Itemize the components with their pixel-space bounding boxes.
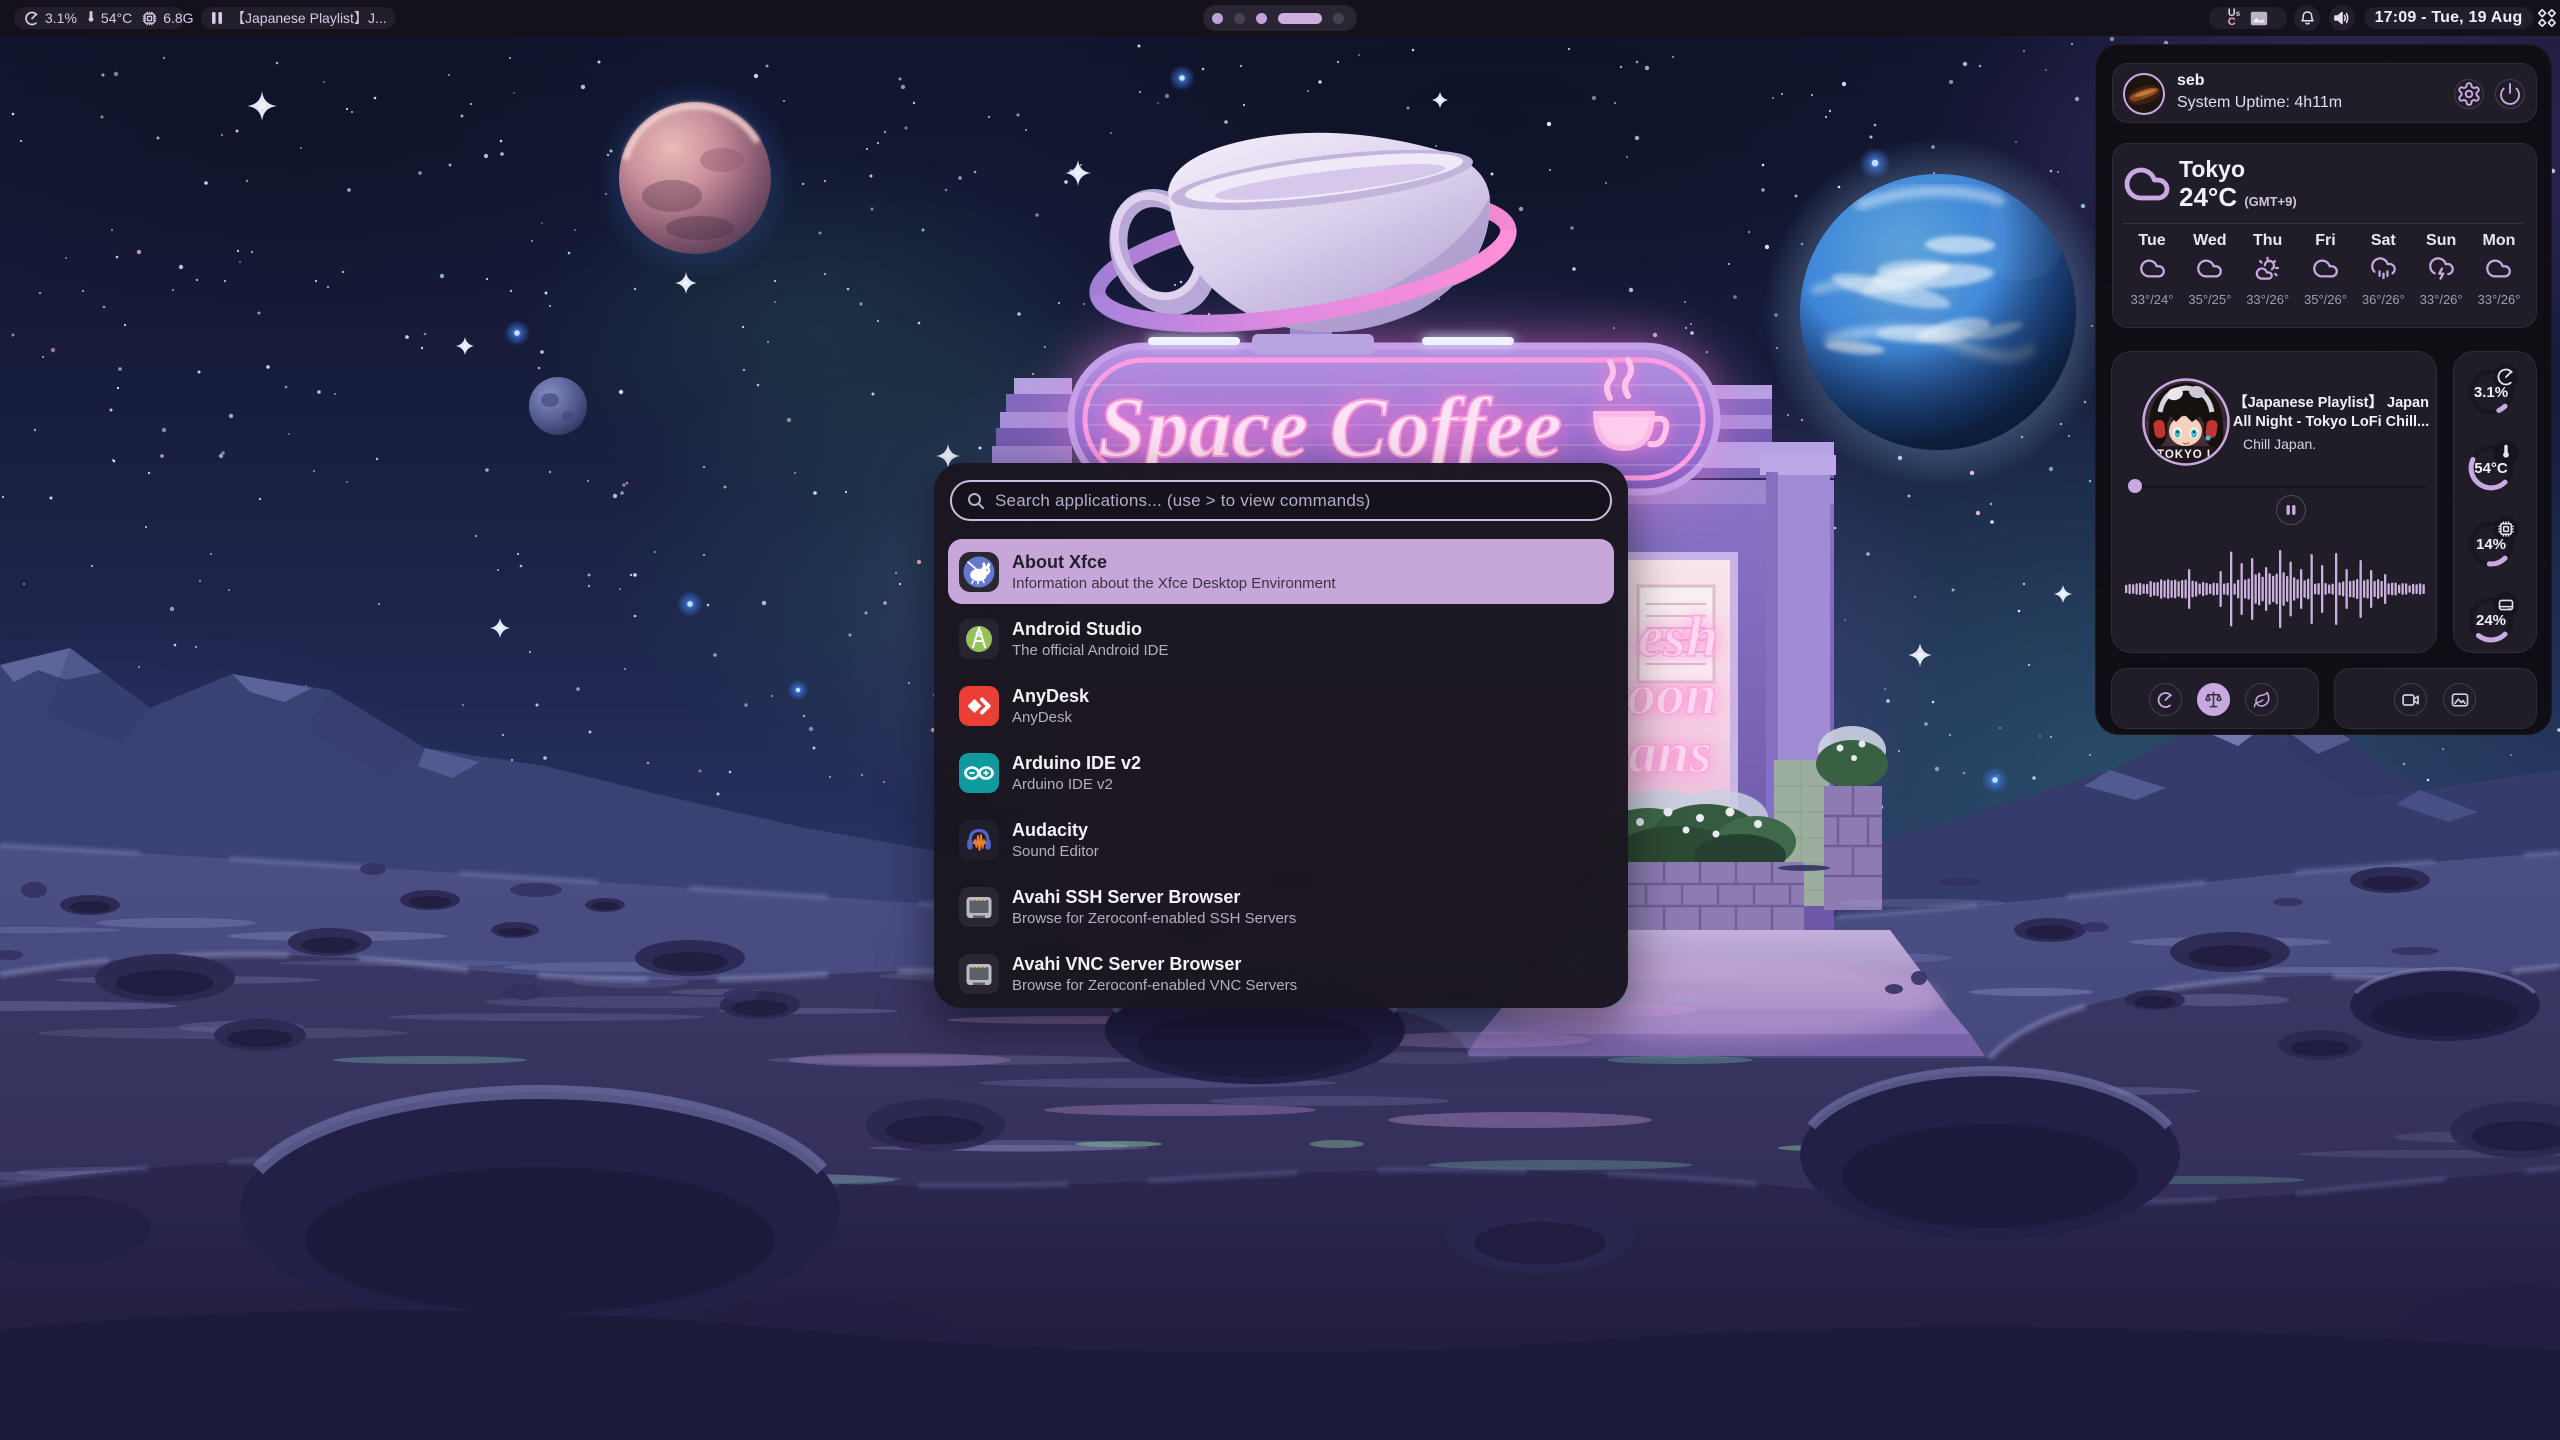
svg-text:3.1%: 3.1% <box>2474 384 2508 401</box>
svg-text:54°C: 54°C <box>2474 460 2508 477</box>
svg-text:Space Coffee: Space Coffee <box>1098 379 1562 475</box>
svg-text:14%: 14% <box>2476 536 2506 553</box>
svg-text:24%: 24% <box>2476 612 2506 629</box>
